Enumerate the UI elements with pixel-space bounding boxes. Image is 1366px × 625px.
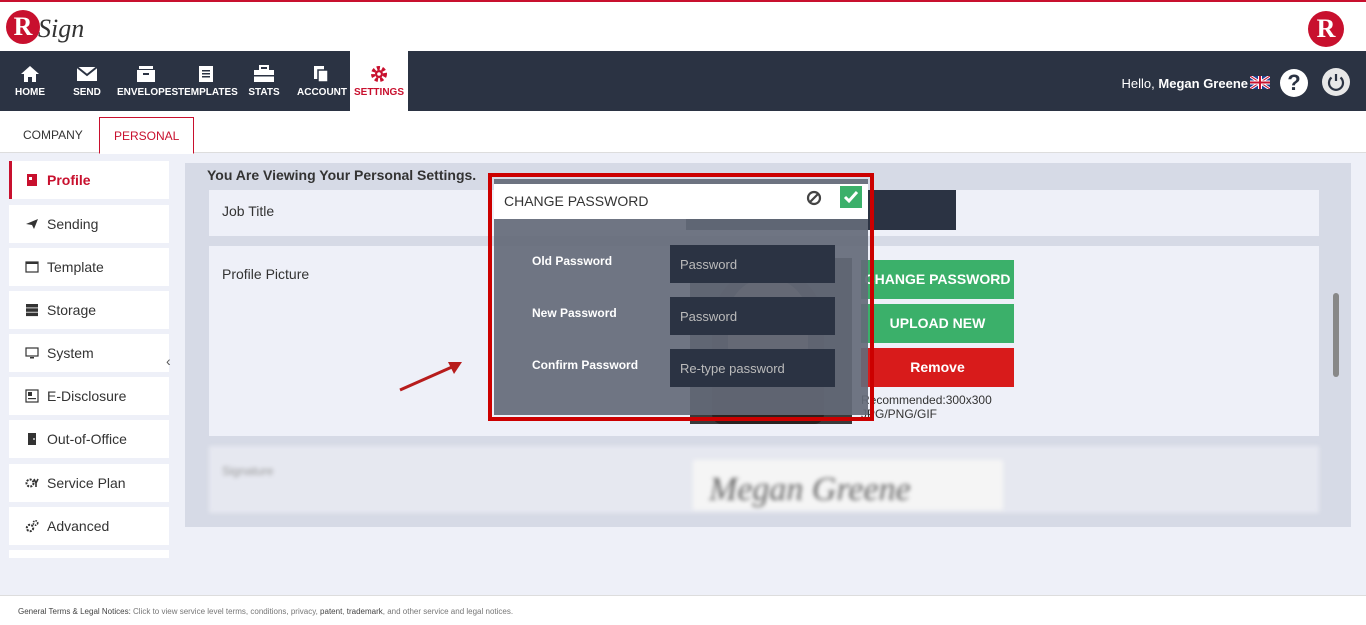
confirm-button[interactable] <box>840 186 862 208</box>
tab-personal[interactable]: PERSONAL <box>99 117 195 154</box>
sidebar-item-profile[interactable]: Profile <box>9 161 169 199</box>
sidebar-item-advanced[interactable]: Advanced <box>9 507 169 545</box>
document-icon <box>198 66 213 82</box>
sidebar-item-label: Sending <box>47 216 99 232</box>
logo-letter: R <box>6 10 40 44</box>
settings-tabs: COMPANY PERSONAL <box>0 111 1366 154</box>
confirm-password-input[interactable] <box>670 349 835 387</box>
sidebar-item-template[interactable]: Template <box>9 248 169 286</box>
change-password-button[interactable]: CHANGE PASSWORD <box>861 260 1014 299</box>
sidebar-item-more <box>9 550 169 558</box>
sidebar-item-label: System <box>47 345 94 361</box>
gears-icon <box>25 478 39 488</box>
cogs-icon <box>25 519 39 533</box>
sidebar-item-label: Profile <box>47 172 91 188</box>
legal-notice: General Terms & Legal Notices: Click to … <box>18 607 513 616</box>
sidebar-item-label: Advanced <box>47 518 110 534</box>
signature-label: Signature <box>222 464 274 478</box>
power-icon <box>1327 74 1345 91</box>
nav-label: SEND <box>73 87 101 98</box>
footer: General Terms & Legal Notices: Click to … <box>0 595 1366 625</box>
sidebar-item-label: Storage <box>47 302 97 318</box>
user-greeting: Hello, Megan Greene <box>1122 76 1248 91</box>
brand-badge: R <box>1308 11 1344 47</box>
nav-label: ENVELOPES <box>117 87 179 98</box>
sidebar-item-label: Out-of-Office <box>47 431 127 447</box>
brand-bar: R Sign R <box>0 0 1366 51</box>
scrollbar[interactable] <box>1333 293 1339 377</box>
new-password-label: New Password <box>532 306 617 320</box>
nav-account[interactable]: ACCOUNT <box>297 51 347 111</box>
main-nav: HOME SEND ENVELOPES TEMPLATES STATS ACCO… <box>0 51 1366 111</box>
remove-button[interactable]: Remove <box>861 348 1014 387</box>
upload-new-button[interactable]: UPLOAD NEW <box>861 304 1014 343</box>
window-icon <box>25 261 39 273</box>
nav-label: HOME <box>15 87 45 98</box>
id-card-icon <box>27 174 37 186</box>
help-button[interactable]: ? <box>1280 69 1308 97</box>
nav-send[interactable]: SEND <box>68 51 106 111</box>
confirm-password-label: Confirm Password <box>532 358 639 372</box>
greeting-text: Hello, <box>1121 76 1155 91</box>
recommended-size: Recommended:300x300 <box>861 393 992 407</box>
recommended-note: Recommended:300x300 JPG/PNG/GIF <box>861 393 992 421</box>
patent-link[interactable]: patent <box>320 607 342 616</box>
recommended-formats: JPG/PNG/GIF <box>861 407 938 421</box>
logout-button[interactable] <box>1322 68 1350 96</box>
nav-stats[interactable]: STATS <box>246 51 282 111</box>
signature-row: Signature Megan Greene <box>209 446 1319 513</box>
copy-icon <box>314 66 329 83</box>
gear-icon <box>371 66 387 82</box>
inbox-icon <box>136 66 155 82</box>
sidebar-item-service-plan[interactable]: Service Plan <box>9 464 169 502</box>
nav-label: ACCOUNT <box>297 87 347 98</box>
nav-home[interactable]: HOME <box>8 51 52 111</box>
logo-word: Sign <box>38 14 85 43</box>
sidebar-item-storage[interactable]: Storage <box>9 291 169 329</box>
briefcase-icon <box>254 65 274 82</box>
paper-plane-icon <box>26 219 38 229</box>
sidebar-item-sending[interactable]: Sending <box>9 205 169 243</box>
user-name[interactable]: Megan Greene <box>1158 76 1248 91</box>
nav-settings[interactable]: SETTINGS <box>350 51 408 111</box>
sidebar-item-e-disclosure[interactable]: E-Disclosure <box>9 377 169 415</box>
old-password-input[interactable] <box>670 245 835 283</box>
signature-image-text: Megan Greene <box>709 471 911 508</box>
sidebar-item-out-of-office[interactable]: Out-of-Office <box>9 420 169 458</box>
legal-notice-text: Click to view service level terms, condi… <box>130 607 321 616</box>
legal-notice-prefix[interactable]: General Terms & Legal Notices: <box>18 607 131 616</box>
new-password-input[interactable] <box>670 297 835 335</box>
annotation-arrow-icon <box>399 362 462 392</box>
nav-label: SETTINGS <box>353 87 404 98</box>
tab-company[interactable]: COMPANY <box>9 117 97 153</box>
rsign-logo[interactable]: R Sign <box>6 8 86 48</box>
sidebar-item-label: Service Plan <box>47 475 126 491</box>
uk-flag-icon[interactable] <box>1250 76 1270 89</box>
collapse-sidebar-icon[interactable]: ‹ <box>166 353 171 369</box>
newspaper-icon <box>25 389 39 403</box>
envelope-icon <box>76 66 98 81</box>
door-icon <box>28 433 36 445</box>
server-icon <box>26 304 38 317</box>
home-icon <box>21 66 39 82</box>
cancel-icon[interactable] <box>805 189 823 207</box>
nav-templates[interactable]: TEMPLATES <box>178 51 238 111</box>
old-password-label: Old Password <box>532 254 613 268</box>
legal-notice-tail: , and other service and legal notices. <box>382 607 514 616</box>
nav-label: TEMPLATES <box>178 87 238 98</box>
sidebar-item-label: E-Disclosure <box>47 388 127 404</box>
monitor-icon <box>25 347 39 359</box>
sidebar-item-system[interactable]: System <box>9 334 169 372</box>
page-title: You Are Viewing Your Personal Settings. <box>207 167 477 183</box>
check-icon <box>843 191 859 204</box>
profile-picture-label: Profile Picture <box>222 266 310 282</box>
trademark-link[interactable]: trademark <box>347 607 383 616</box>
sidebar-item-label: Template <box>47 259 104 275</box>
job-title-label: Job Title <box>222 203 275 219</box>
nav-label: STATS <box>248 87 280 98</box>
dialog-title: CHANGE PASSWORD <box>504 193 649 209</box>
nav-envelopes[interactable]: ENVELOPES <box>117 51 178 111</box>
